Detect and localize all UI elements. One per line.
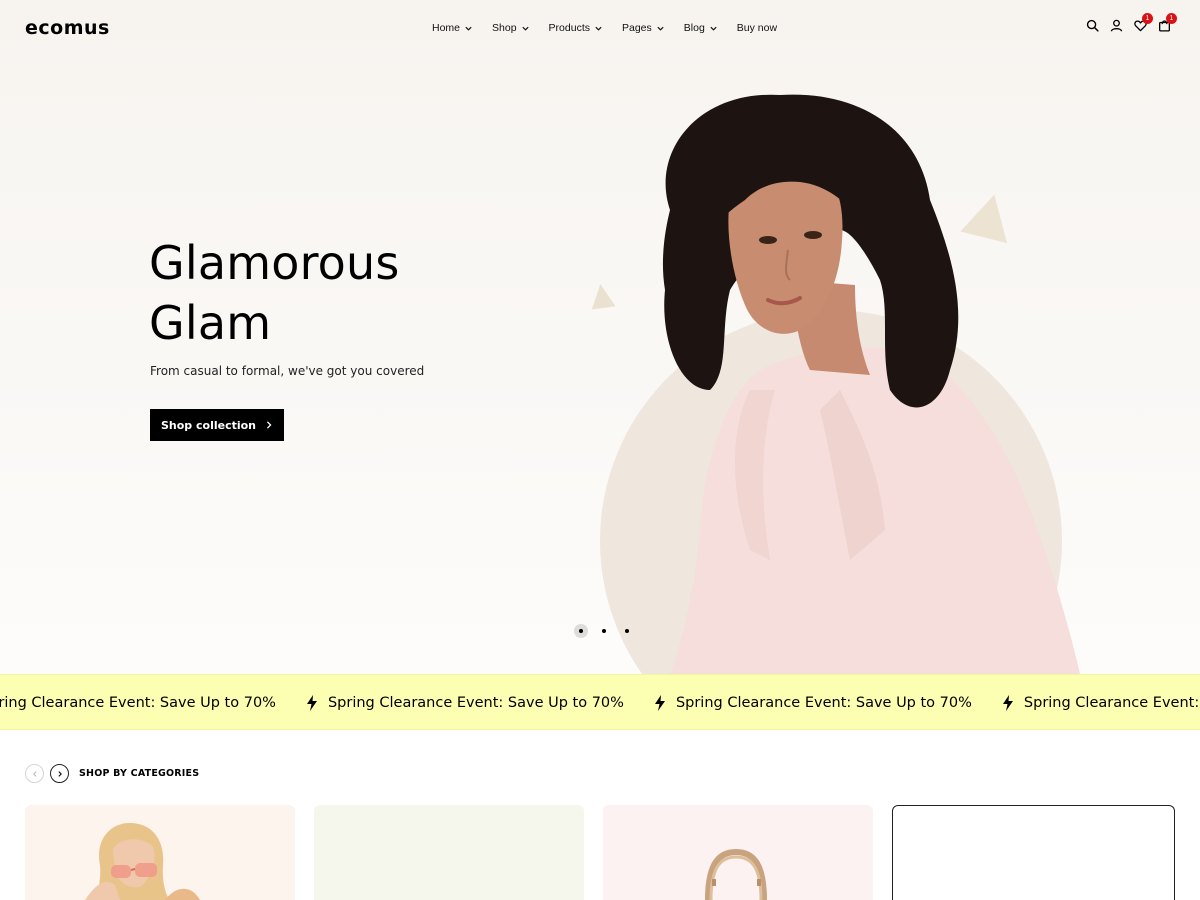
nav-pages-label: Pages (621, 22, 652, 34)
nav-buy-now[interactable]: Buy now (737, 22, 777, 34)
hero-image (560, 60, 1120, 674)
category-card-bags[interactable] (603, 805, 873, 900)
categories-title: SHOP BY CATEGORIES (79, 768, 200, 779)
hero-subtitle: From casual to formal, we've got you cov… (150, 364, 425, 378)
marquee-item: Spring Clearance Event: Save Up to 70% (0, 695, 276, 711)
nav-pages[interactable]: Pages (622, 22, 665, 34)
site-logo[interactable]: ecomus (25, 17, 110, 39)
bag-image (705, 848, 767, 900)
marquee-item: Spring Clearance Event: Save Up to 70% (1002, 695, 1200, 711)
nav-shop[interactable]: Shop (492, 22, 530, 34)
model-photo (662, 94, 1080, 674)
chevron-down-icon (657, 26, 664, 31)
marquee-text: Spring Clearance Event: Save Up to 70% (327, 695, 624, 711)
lightning-icon (654, 695, 665, 711)
marquee-item: Spring Clearance Event: Save Up to 70% (306, 695, 624, 711)
header-actions: 1 1 (1086, 13, 1177, 32)
cart-icon[interactable]: 1 (1158, 13, 1177, 32)
shop-collection-label: Shop collection (160, 418, 257, 432)
slider-pagination (574, 624, 634, 638)
promo-marquee: Spring Clearance Event: Save Up to 70% S… (0, 674, 1200, 730)
nav-products[interactable]: Products (549, 22, 603, 34)
lightning-icon (1002, 695, 1013, 711)
nav-blog-label: Blog (683, 22, 705, 34)
chevron-down-icon (595, 26, 602, 31)
chevron-right-icon (266, 421, 272, 429)
slide-dot-2[interactable] (597, 624, 611, 638)
nav-shop-label: Shop (492, 22, 517, 34)
marquee-text: Spring Clearance Event: Save Up to 70% (1023, 695, 1200, 711)
chevron-right-icon (57, 770, 62, 777)
chevron-down-icon (710, 26, 717, 31)
shop-collection-button[interactable]: Shop collection (150, 409, 284, 441)
category-card-4[interactable] (892, 805, 1175, 900)
search-icon[interactable] (1086, 19, 1099, 32)
nav-buy-now-label: Buy now (736, 22, 778, 34)
marquee-text: Spring Clearance Event: Save Up to 70% (0, 695, 276, 711)
cart-count-badge: 1 (1166, 13, 1177, 24)
marquee-text: Spring Clearance Event: Save Up to 70% (675, 695, 972, 711)
slide-dot-1[interactable] (574, 624, 588, 638)
main-nav: Home Shop Products Pages Blog Buy now (432, 22, 777, 34)
nav-home[interactable]: Home (432, 22, 473, 34)
wishlist-count-badge: 1 (1142, 13, 1153, 24)
category-card-sunglasses[interactable] (25, 805, 295, 900)
site-header: ecomus Home Shop Products Pages Blog Buy… (0, 0, 1200, 58)
lightning-icon (306, 695, 317, 711)
slide-dot-3[interactable] (620, 624, 634, 638)
nav-home-label: Home (432, 22, 461, 34)
categories-next-button[interactable] (50, 764, 69, 783)
heart-icon[interactable]: 1 (1134, 13, 1153, 32)
marquee-item: Spring Clearance Event: Save Up to 70% (654, 695, 972, 711)
chevron-left-icon (32, 770, 37, 777)
hero-banner: Glamorous Glam From casual to formal, we… (0, 0, 1200, 674)
hero-title: Glamorous Glam (149, 236, 400, 350)
user-icon[interactable] (1110, 19, 1123, 32)
nav-blog[interactable]: Blog (684, 22, 718, 34)
marquee-track: Spring Clearance Event: Save Up to 70% S… (0, 675, 1200, 729)
chevron-down-icon (465, 26, 472, 31)
chevron-down-icon (521, 26, 529, 31)
categories-header: SHOP BY CATEGORIES (25, 764, 199, 783)
categories-prev-button[interactable] (25, 764, 44, 783)
sunglasses-model-image (85, 823, 200, 900)
category-card-2[interactable] (314, 805, 584, 900)
nav-products-label: Products (548, 22, 590, 34)
